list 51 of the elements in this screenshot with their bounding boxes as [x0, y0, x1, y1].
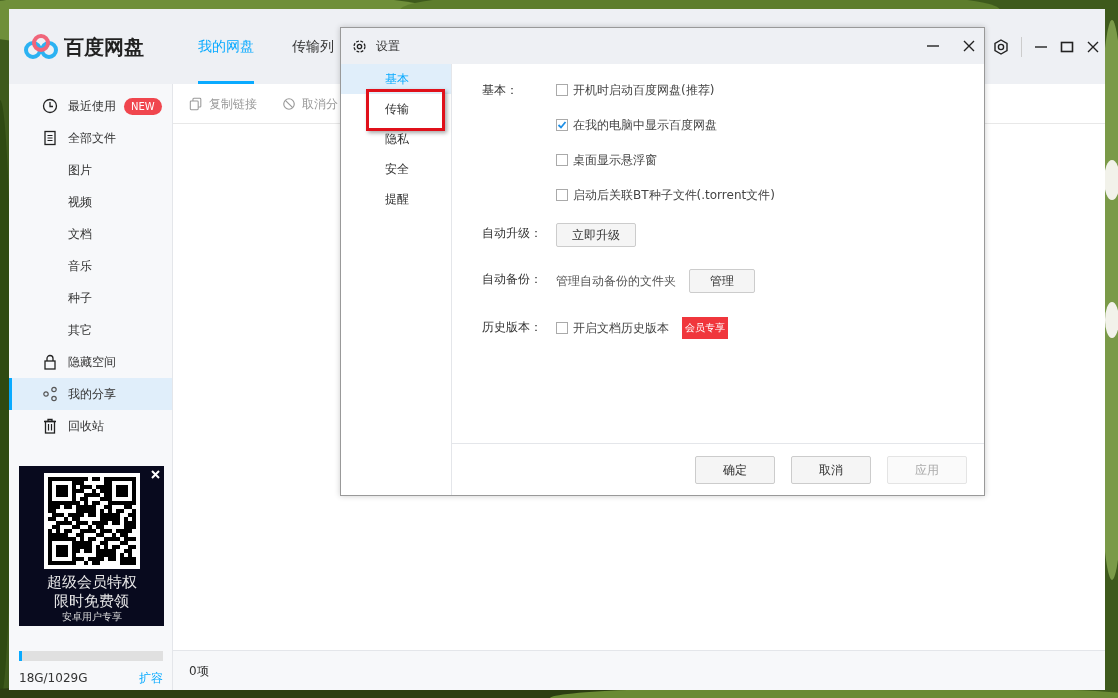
upgrade-button[interactable]: 立即升级 — [556, 223, 636, 247]
settings-nav-item[interactable]: 安全 — [341, 154, 451, 184]
sidebar-label: 文档 — [68, 226, 92, 243]
setting-text: 管理自动备份的文件夹 — [556, 273, 676, 290]
app-logo-text: 百度网盘 — [64, 33, 144, 61]
nav-tab[interactable]: 传输列 — [292, 9, 334, 84]
checkbox-label: 桌面显示悬浮窗 — [573, 152, 657, 169]
sidebar-item[interactable]: 视频 — [9, 186, 172, 218]
sidebar-item[interactable]: 音乐 — [9, 250, 172, 282]
setting-label: 基本： — [482, 82, 519, 99]
setting-label: 历史版本： — [482, 319, 543, 336]
sidebar-label: 其它 — [68, 322, 92, 339]
checkbox-label: 启动后关联BT种子文件(.torrent文件) — [573, 187, 775, 204]
sidebar-label: 音乐 — [68, 258, 92, 275]
dialog-button[interactable]: 取消 — [791, 455, 871, 484]
ad-text: 限时免费领 — [54, 592, 129, 611]
sidebar-item[interactable]: 回收站 — [9, 410, 172, 442]
sidebar-item[interactable]: 隐藏空间 — [9, 346, 172, 378]
item-count: 0项 — [189, 662, 209, 680]
sidebar-item[interactable]: 文档 — [9, 218, 172, 250]
sidebar-label: 最近使用 — [68, 98, 116, 115]
sidebar-label: 图片 — [68, 162, 92, 179]
sidebar-label: 回收站 — [68, 418, 104, 435]
new-badge: NEW — [124, 97, 162, 115]
settings-nav-item[interactable]: 传输 — [341, 94, 451, 124]
ad-text: 超级会员特权 — [46, 573, 137, 592]
sidebar-item[interactable]: 最近使用 NEW — [9, 90, 172, 122]
setting-label: 自动升级： — [482, 225, 543, 242]
manage-button[interactable]: 管理 — [689, 269, 755, 293]
settings-nav-item[interactable]: 提醒 — [341, 184, 451, 214]
checkbox-label: 开启文档历史版本 — [573, 320, 669, 337]
storage-usage: 18G/1029G — [19, 670, 88, 687]
sidebar-item[interactable]: 图片 — [9, 154, 172, 186]
sidebar-item[interactable]: 其它 — [9, 314, 172, 346]
sidebar-label: 全部文件 — [68, 130, 116, 147]
dialog-button[interactable]: 确定 — [695, 455, 775, 484]
sidebar-label: 我的分享 — [68, 386, 116, 403]
sidebar-label: 隐藏空间 — [68, 354, 116, 371]
sidebar-item[interactable]: 全部文件 — [9, 122, 172, 154]
setting-label: 自动备份： — [482, 271, 543, 288]
sidebar-item[interactable]: 种子 — [9, 282, 172, 314]
ad-banner[interactable]: 超级会员特权 限时免费领 安卓用户专享 — [19, 466, 164, 626]
vip-badge: 会员专享 — [682, 317, 728, 339]
dialog-title: 设置 — [376, 38, 400, 55]
ad-text: 安卓用户专享 — [61, 611, 122, 623]
checkbox-label: 在我的电脑中显示百度网盘 — [573, 117, 717, 134]
checkbox-label: 开机时启动百度网盘(推荐) — [573, 82, 715, 99]
sidebar-label: 种子 — [68, 290, 92, 307]
settings-nav-item[interactable]: 隐私 — [341, 124, 451, 154]
sidebar-label: 视频 — [68, 194, 92, 211]
sidebar-item[interactable]: 我的分享 — [9, 378, 172, 410]
